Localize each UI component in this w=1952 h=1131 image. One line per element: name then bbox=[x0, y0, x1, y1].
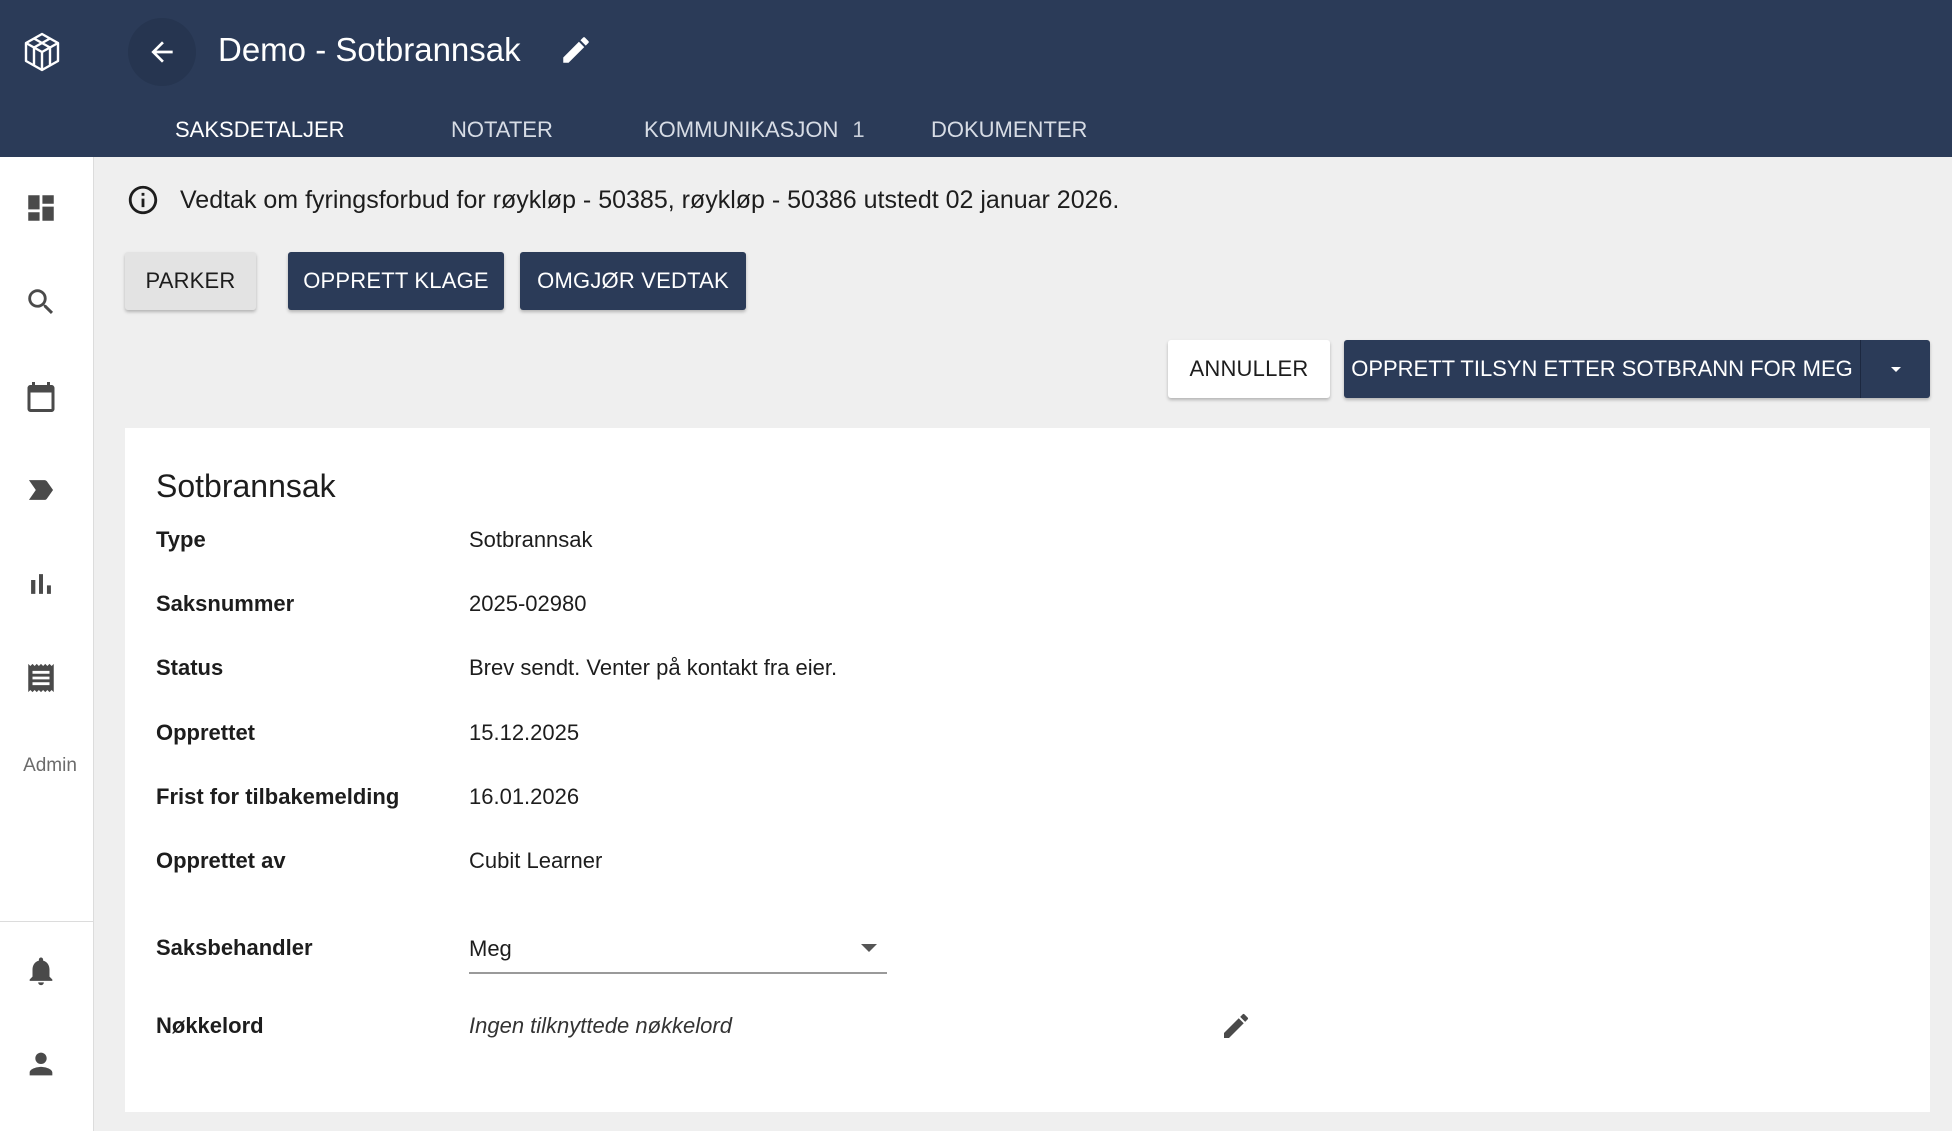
opprett-tilsyn-dropdown-toggle[interactable] bbox=[1860, 340, 1930, 398]
search-icon[interactable] bbox=[20, 281, 62, 323]
field-label-status: Status bbox=[156, 655, 224, 680]
calendar-icon[interactable] bbox=[20, 376, 62, 418]
field-label-saksnummer: Saksnummer bbox=[156, 591, 295, 616]
tab-label: SAKSDETALJER bbox=[175, 117, 345, 142]
person-icon[interactable] bbox=[20, 1043, 62, 1085]
saksbehandler-select[interactable]: Meg bbox=[469, 930, 887, 974]
opprett-tilsyn-split-button: OPPRETT TILSYN ETTER SOTBRANN FOR MEG bbox=[1344, 340, 1930, 398]
omgjor-vedtak-button[interactable]: OMGJØR VEDTAK bbox=[520, 252, 746, 310]
tab-saksdetaljer[interactable]: SAKSDETALJER bbox=[175, 104, 345, 156]
edit-keywords-button[interactable] bbox=[1216, 1006, 1256, 1046]
field-value-nokkelord: Ingen tilknyttede nøkkelord bbox=[469, 1013, 732, 1038]
page-title: Demo - Sotbrannsak bbox=[218, 31, 521, 68]
info-message: Vedtak om fyringsforbud for røykløp - 50… bbox=[180, 186, 1120, 214]
opprett-tilsyn-button[interactable]: OPPRETT TILSYN ETTER SOTBRANN FOR MEG bbox=[1344, 340, 1860, 398]
app-logo-icon[interactable] bbox=[18, 28, 66, 76]
field-label-frist: Frist for tilbakemelding bbox=[156, 784, 400, 809]
field-label-opprettet: Opprettet bbox=[156, 720, 255, 745]
field-value-saksnummer: 2025-02980 bbox=[469, 591, 587, 616]
sidebar: Admin bbox=[0, 157, 94, 1131]
receipt-icon[interactable] bbox=[20, 657, 62, 699]
sidebar-item-admin[interactable]: Admin bbox=[0, 755, 100, 777]
case-heading: Sotbrannsak bbox=[156, 468, 336, 504]
info-icon bbox=[126, 183, 160, 217]
chevron-down-icon bbox=[861, 944, 877, 952]
field-value-status: Brev sendt. Venter på kontakt fra eier. bbox=[469, 655, 838, 680]
sidebar-divider bbox=[0, 921, 94, 922]
opprett-klage-button[interactable]: OPPRETT KLAGE bbox=[288, 252, 504, 310]
arrow-back-icon bbox=[151, 41, 173, 63]
app-header: Demo - Sotbrannsak SAKSDETALJER NOTATER … bbox=[0, 0, 1952, 157]
field-label-nokkelord: Nøkkelord bbox=[156, 1013, 264, 1038]
dashboard-icon[interactable] bbox=[20, 187, 62, 229]
pencil-icon bbox=[1224, 1013, 1249, 1038]
caret-down-icon bbox=[1890, 367, 1901, 372]
field-label-opprettet-av: Opprettet av bbox=[156, 848, 286, 873]
parker-button[interactable]: PARKER bbox=[125, 252, 256, 310]
field-label-saksbehandler: Saksbehandler bbox=[156, 935, 313, 960]
tab-kommunikasjon[interactable]: KOMMUNIKASJON 1 bbox=[644, 104, 865, 156]
tab-label: DOKUMENTER bbox=[931, 117, 1088, 142]
tab-notater[interactable]: NOTATER bbox=[451, 104, 553, 156]
edit-title-button[interactable] bbox=[556, 30, 596, 70]
label-icon[interactable] bbox=[20, 469, 62, 511]
bell-icon[interactable] bbox=[20, 950, 62, 992]
field-value-frist: 16.01.2026 bbox=[469, 784, 580, 809]
field-label-type: Type bbox=[156, 527, 206, 552]
tab-label: KOMMUNIKASJON bbox=[644, 117, 839, 142]
tab-dokumenter[interactable]: DOKUMENTER bbox=[931, 104, 1087, 156]
case-details-card: Sotbrannsak Type Sotbrannsak Saksnummer … bbox=[125, 428, 1930, 1112]
saksbehandler-selected-value: Meg bbox=[469, 936, 512, 961]
field-value-type: Sotbrannsak bbox=[469, 527, 593, 552]
field-value-opprettet: 15.12.2025 bbox=[469, 720, 580, 745]
bar-chart-icon[interactable] bbox=[20, 563, 62, 605]
annuller-button[interactable]: ANNULLER bbox=[1168, 340, 1330, 398]
field-value-opprettet-av: Cubit Learner bbox=[469, 848, 603, 873]
pencil-icon bbox=[563, 37, 589, 63]
back-button[interactable] bbox=[128, 18, 196, 86]
tab-label: NOTATER bbox=[451, 117, 553, 142]
tab-count-badge: 1 bbox=[852, 117, 865, 142]
info-banner: Vedtak om fyringsforbud for røykløp - 50… bbox=[126, 183, 1119, 217]
